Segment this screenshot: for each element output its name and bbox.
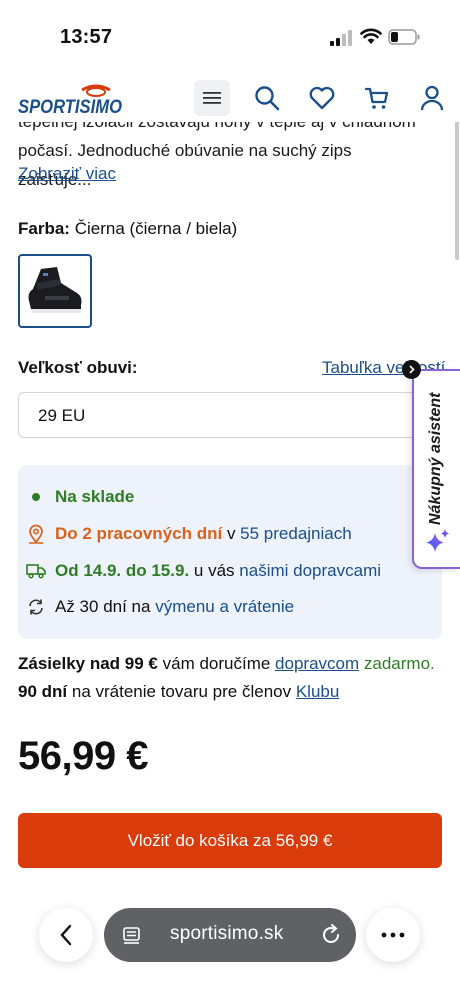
location-pin-icon <box>26 524 46 544</box>
back-button[interactable] <box>39 908 93 962</box>
url-text: sportisimo.sk <box>170 923 284 944</box>
product-price: 56,99 € <box>18 734 148 778</box>
page-menu-icon[interactable] <box>122 925 142 945</box>
free-text: zadarmo. <box>363 654 435 673</box>
status-time: 13:57 <box>60 26 113 48</box>
stores-link[interactable]: 55 predajniach <box>240 524 352 544</box>
status-bar: 13:57 <box>0 0 460 74</box>
delivery-row: Od 14.9. do 15.9. u vás našimi dopravcam… <box>26 561 381 581</box>
return-row: Až 30 dní na výmenu a vrátenie <box>26 597 294 617</box>
signal-icon <box>330 30 352 46</box>
heart-icon <box>309 86 335 110</box>
scrollbar[interactable] <box>455 120 459 260</box>
carriers-link[interactable]: našimi dopravcami <box>239 561 381 581</box>
free-shipping-line: Zásielky nad 99 € vám doručíme dopravcom… <box>18 650 435 678</box>
account-button[interactable] <box>414 80 450 116</box>
return-policy-text: na vrátenie tovaru pre členov <box>71 682 292 701</box>
return-days: 90 dní <box>18 682 68 701</box>
menu-icon <box>203 92 221 104</box>
exchange-return-link[interactable]: výmenu a vrátenie <box>155 597 294 617</box>
delivery-dates: Od 14.9. do 15.9. <box>55 561 190 580</box>
exchange-arrows-icon <box>26 597 46 617</box>
club-link[interactable]: Klubu <box>296 682 339 701</box>
free-shipping-threshold: Zásielky nad 99 € <box>18 654 158 673</box>
color-label: Farba: <box>18 219 70 238</box>
sportisimo-logo[interactable]: SPORTISIMO <box>18 84 122 116</box>
address-bar[interactable]: sportisimo.sk <box>104 908 356 962</box>
menu-button[interactable] <box>194 80 230 116</box>
back-chevron-icon <box>60 924 72 946</box>
assistant-close-button[interactable] <box>402 360 421 379</box>
close-chevron-icon <box>409 365 415 374</box>
store-pickup-row: Do 2 pracovných dní v 55 predajniach <box>26 524 352 544</box>
wifi-icon <box>360 28 382 44</box>
return-prefix: Až 30 dní na <box>55 597 151 616</box>
in-stock-dot-icon <box>26 487 46 507</box>
delivery-mid: u vás <box>193 561 235 580</box>
color-row: Farba: Čierna (čierna / biela) <box>18 219 237 239</box>
cart-button[interactable] <box>359 80 395 116</box>
more-dots-icon <box>381 932 405 938</box>
reload-icon[interactable] <box>320 924 342 946</box>
add-to-cart-button[interactable]: Vložiť do košíka za 56,99 € <box>18 813 442 868</box>
shopping-assistant-tab[interactable]: Nákupný asistent <box>412 369 460 569</box>
return-policy-line: 90 dní na vrátenie tovaru pre členov Klu… <box>18 678 339 706</box>
free-shipping-text: vám doručíme <box>162 654 271 673</box>
store-mid: v <box>226 524 236 543</box>
color-variant-thumbnail[interactable] <box>18 254 92 328</box>
size-label: Veľkosť obuvi: <box>18 358 138 377</box>
cart-icon <box>364 87 389 109</box>
favorites-button[interactable] <box>304 80 340 116</box>
show-more-link[interactable]: Zobraziť viac <box>18 164 116 184</box>
store-days: Do 2 pracovných dní <box>55 524 223 543</box>
battery-icon <box>388 29 420 45</box>
svg-text:SPORTISIMO: SPORTISIMO <box>18 97 122 116</box>
size-select[interactable]: 29 EU <box>18 392 442 438</box>
user-icon <box>420 85 444 111</box>
sparkle-icon <box>426 529 449 552</box>
in-stock-text: Na sklade <box>55 487 135 506</box>
stock-row: Na sklade <box>26 487 134 507</box>
truck-icon <box>26 561 46 581</box>
color-value: Čierna (čierna / biela) <box>74 219 238 238</box>
search-icon <box>255 86 280 111</box>
site-header: SPORTISIMO <box>0 74 460 122</box>
carrier-link[interactable]: dopravcom <box>275 654 359 673</box>
more-options-button[interactable] <box>366 908 420 962</box>
search-button[interactable] <box>249 80 285 116</box>
size-selected-value: 29 EU <box>38 406 86 425</box>
boot-image <box>28 267 82 313</box>
assistant-label: Nákupný asistent <box>427 392 444 525</box>
